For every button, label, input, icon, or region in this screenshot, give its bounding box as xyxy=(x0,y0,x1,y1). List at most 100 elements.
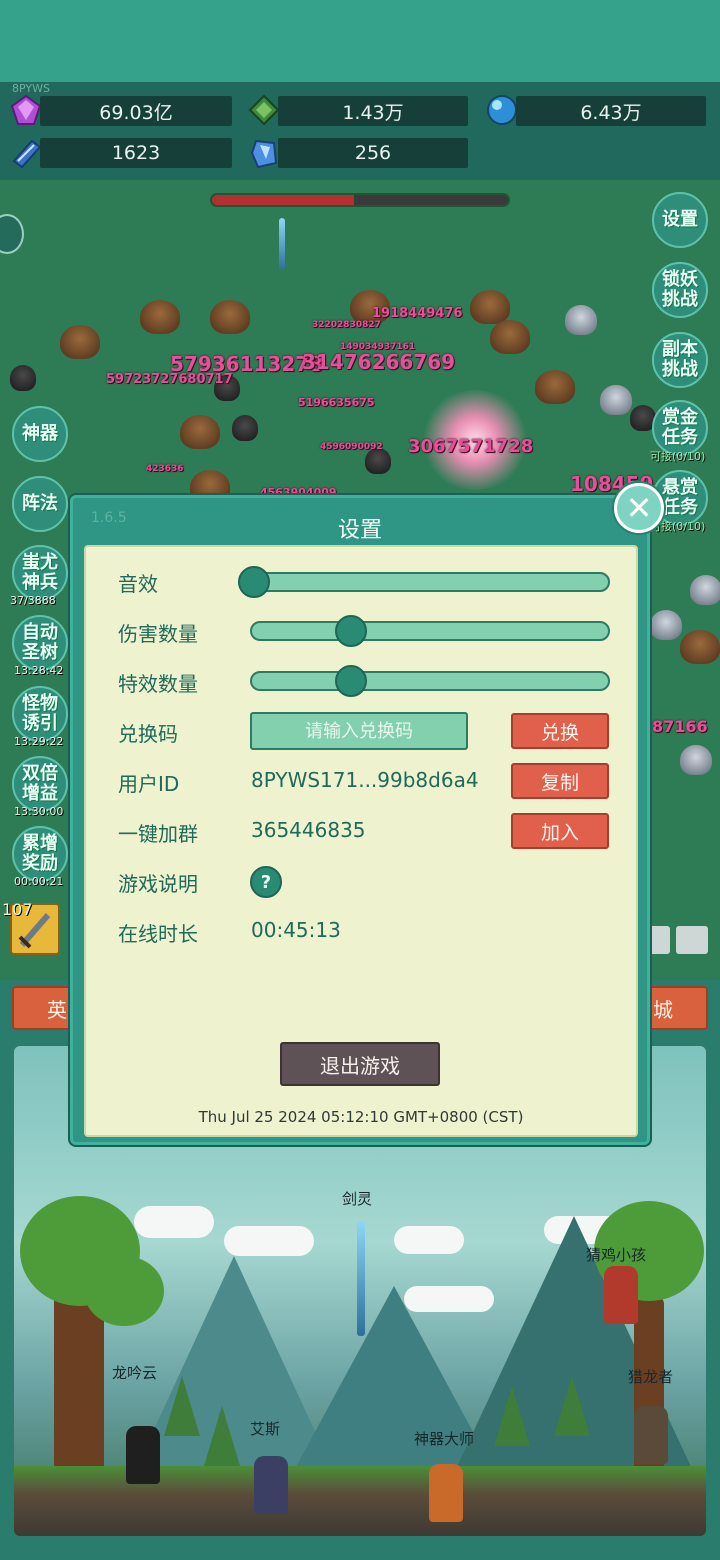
enemy xyxy=(600,385,632,415)
cloud xyxy=(134,1206,214,1238)
close-button[interactable]: ✕ xyxy=(614,483,664,533)
enemy xyxy=(650,610,682,640)
sound-slider[interactable] xyxy=(238,566,610,598)
effect-count-slider[interactable] xyxy=(250,665,610,697)
chiyou-weapon-button[interactable]: 蚩尤 神兵 xyxy=(12,545,68,601)
copy-button[interactable]: 复制 xyxy=(511,763,609,799)
slider-knob[interactable] xyxy=(335,615,368,647)
npc-label: 艾斯 xyxy=(250,1420,281,1438)
accumulated-reward-button[interactable]: 累增 奖励 xyxy=(12,826,68,882)
artifact-button[interactable]: 神器 xyxy=(12,406,68,462)
auto-tree-button[interactable]: 自动 圣树 xyxy=(12,615,68,671)
npc-label: 神器大师 xyxy=(414,1430,475,1448)
npc-artifact-master[interactable] xyxy=(429,1464,463,1522)
cloud xyxy=(224,1226,314,1256)
npc-ais[interactable] xyxy=(254,1456,288,1514)
level-badge: 107 xyxy=(2,900,33,919)
ground xyxy=(14,1466,706,1536)
redeem-button[interactable]: 兑换 xyxy=(511,713,609,749)
damage-number: 59723727680717 xyxy=(106,372,233,387)
npc-label: 剑灵 xyxy=(342,1190,373,1208)
enemy xyxy=(535,370,575,404)
boss-health-bar xyxy=(210,193,510,207)
enemy xyxy=(490,320,530,354)
crystal-icon xyxy=(250,139,278,169)
status-bar-area xyxy=(0,0,720,82)
monster-lure-timer: 13:29:22 xyxy=(14,735,64,748)
exit-game-button[interactable]: 退出游戏 xyxy=(280,1042,440,1086)
timestamp: Thu Jul 25 2024 05:12:10 GMT+0800 (CST) xyxy=(198,1108,524,1126)
tree-canopy xyxy=(84,1256,164,1326)
enemy xyxy=(680,745,712,775)
npc-label: 猎龙者 xyxy=(628,1368,674,1386)
damage-number: 87166 xyxy=(652,717,708,736)
enemy xyxy=(680,630,720,664)
online-time-value: 00:45:13 xyxy=(251,918,341,942)
npc-longyinyun[interactable] xyxy=(126,1426,160,1484)
pine-tree xyxy=(164,1376,200,1436)
help-icon[interactable]: ? xyxy=(250,866,282,898)
orb-counter: 6.43万 xyxy=(516,96,706,126)
npc-dragon-hunter[interactable] xyxy=(634,1406,668,1464)
pine-tree xyxy=(494,1386,530,1446)
user-id-label: 用户ID xyxy=(118,772,180,796)
purple-gem-icon xyxy=(10,94,42,125)
formation-button[interactable]: 阵法 xyxy=(12,476,68,532)
pine-tree xyxy=(204,1406,240,1466)
dialog-title: 设置 xyxy=(337,518,382,543)
chiyou-weapon-timer: 37/3888 xyxy=(10,594,56,607)
enemy xyxy=(565,305,597,335)
demon-lock-challenge-button[interactable]: 锁妖 挑战 xyxy=(652,262,708,318)
game-guide-label: 游戏说明 xyxy=(118,872,198,896)
redeem-code-input[interactable] xyxy=(250,712,468,750)
emerald-counter: 1.43万 xyxy=(278,96,468,126)
damage-number: 5196635675 xyxy=(298,396,375,409)
user-id-value: 8PYWS171...99b8d6a4 xyxy=(251,768,479,792)
npc-label: 猜鸡小孩 xyxy=(586,1246,647,1264)
npc-chicken-boy[interactable] xyxy=(604,1266,638,1324)
damage-number: 1918449476 xyxy=(372,306,463,321)
enemy xyxy=(10,365,36,391)
damage-number: 423636 xyxy=(146,464,184,474)
enemy xyxy=(180,415,220,449)
accumulated-reward-timer: 00:00:21 xyxy=(14,875,64,888)
crystal-counter: 256 xyxy=(278,138,468,168)
damage-number: 31476266769 xyxy=(302,350,456,374)
damage-number: 4596090092 xyxy=(320,442,383,452)
bounty-task-status: 可接(0/10) xyxy=(650,450,706,463)
double-buff-timer: 13:30:00 xyxy=(14,805,64,818)
enemy xyxy=(140,300,180,334)
small-slot-icon[interactable] xyxy=(676,926,708,954)
slider-knob[interactable] xyxy=(238,566,270,598)
double-buff-button[interactable]: 双倍 增益 xyxy=(12,756,68,812)
npc-label: 龙吟云 xyxy=(112,1364,158,1382)
book-icon xyxy=(12,139,42,169)
emerald-icon xyxy=(248,94,280,126)
join-button[interactable]: 加入 xyxy=(511,813,609,849)
damage-count-slider[interactable] xyxy=(250,615,610,647)
monster-lure-button[interactable]: 怪物 诱引 xyxy=(12,686,68,742)
enemy xyxy=(690,575,720,605)
group-number: 365446835 xyxy=(251,818,366,842)
boss-health-fill xyxy=(212,195,355,205)
damage-number: 3067571728 xyxy=(408,436,534,457)
gem-counter: 69.03亿 xyxy=(40,96,232,126)
book-counter: 1623 xyxy=(40,138,232,168)
dungeon-challenge-button[interactable]: 副本 挑战 xyxy=(652,332,708,388)
blue-orb-icon xyxy=(487,95,517,125)
online-time-label: 在线时长 xyxy=(118,922,198,946)
sword-spirit-icon[interactable] xyxy=(357,1221,365,1336)
flying-sword-icon xyxy=(279,218,285,270)
slider-knob[interactable] xyxy=(335,665,368,697)
enemy xyxy=(470,290,510,324)
settings-button[interactable]: 设置 xyxy=(652,192,708,248)
redeem-code-label: 兑换码 xyxy=(118,722,178,746)
effect-count-label: 特效数量 xyxy=(118,672,198,696)
damage-count-label: 伤害数量 xyxy=(118,622,198,646)
pine-tree xyxy=(554,1376,590,1436)
enemy xyxy=(232,415,258,441)
sound-label: 音效 xyxy=(118,572,158,596)
join-group-label: 一键加群 xyxy=(118,822,198,846)
damage-number: 149034937161 xyxy=(340,342,416,352)
damage-number: 32202830827 xyxy=(312,320,381,330)
